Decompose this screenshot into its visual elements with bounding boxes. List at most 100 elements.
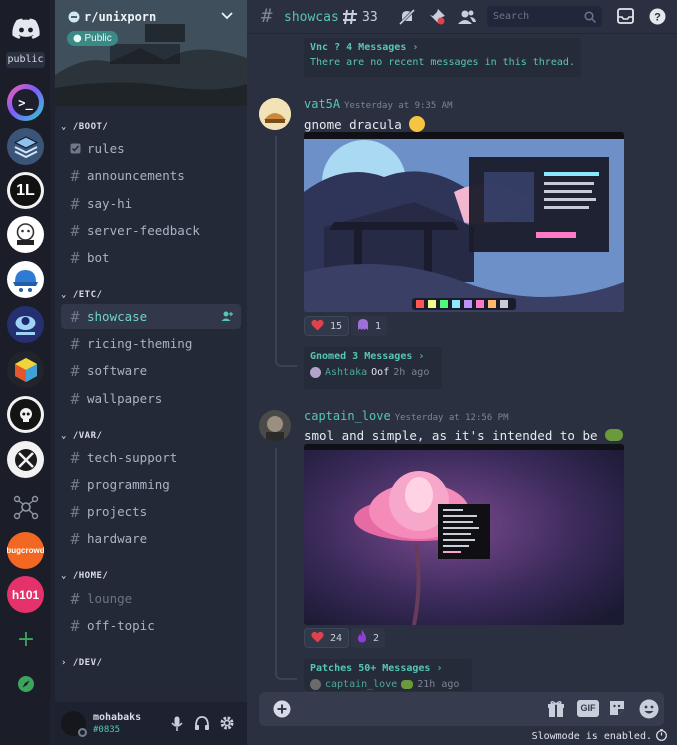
search-input[interactable]: Search: [487, 6, 602, 27]
channel-off-topic[interactable]: # off-topic: [61, 613, 241, 638]
category-label: /ETC/: [72, 290, 103, 300]
channel-label: software: [87, 363, 148, 378]
server-banner[interactable]: r/unixporn ● Public: [55, 0, 247, 106]
thread-last-time: 2h ago: [393, 367, 430, 378]
server-layers[interactable]: [7, 128, 44, 165]
reaction-count: 2: [373, 632, 380, 644]
reaction-count: 15: [330, 320, 343, 332]
server-name[interactable]: r/unixporn: [68, 10, 156, 24]
server-doodle[interactable]: [7, 216, 44, 253]
hash-icon: #: [70, 502, 80, 521]
discord-logo-icon: [11, 18, 40, 39]
public-label: public: [6, 52, 45, 68]
message-author[interactable]: vat5A Yesterday at 9:35 AM: [304, 97, 453, 111]
channel-label: say-hi: [87, 196, 133, 211]
reaction-heart[interactable]: 15: [304, 316, 350, 336]
thread-preview-patches[interactable]: Patches 50+ Messages › captain_love 21h …: [304, 659, 472, 691]
sticker-icon[interactable]: [608, 699, 626, 721]
message-timestamp: Yesterday at 12:56 PM: [394, 413, 509, 423]
add-member-icon[interactable]: [221, 310, 233, 325]
settings-gear-icon[interactable]: [219, 715, 235, 735]
avatar[interactable]: [259, 410, 291, 442]
server-bugcrowd[interactable]: bugcrowd: [7, 532, 44, 569]
threads-count: 33: [362, 9, 378, 25]
heart-emoji-icon: [311, 319, 324, 334]
channel-projects[interactable]: # projects: [61, 499, 241, 524]
channel-software[interactable]: # software: [61, 358, 241, 383]
channel-label: showcase: [87, 309, 148, 324]
channel-showcase[interactable]: # showcase: [61, 304, 241, 329]
inbox-icon[interactable]: [617, 8, 634, 28]
server-h101[interactable]: h101: [7, 576, 44, 613]
avatar[interactable]: [259, 98, 291, 130]
author-name: captain_love: [304, 409, 391, 423]
server-terminal[interactable]: >_: [7, 84, 44, 121]
threads-button[interactable]: 33: [342, 8, 378, 26]
message-author[interactable]: captain_love Yesterday at 12:56 PM: [304, 409, 509, 423]
channel-label: rules: [87, 141, 125, 156]
channel-server-feedback[interactable]: # server-feedback: [61, 218, 241, 243]
channel-bot[interactable]: # bot: [61, 245, 241, 270]
channel-wallpapers[interactable]: # wallpapers: [61, 386, 241, 411]
add-server-icon[interactable]: +: [16, 629, 36, 651]
help-icon[interactable]: ?: [649, 8, 666, 29]
message-text: smol and simple, as it's intended to be: [304, 428, 598, 443]
server-skull[interactable]: [7, 396, 44, 433]
channel-programming[interactable]: # programming: [61, 472, 241, 497]
category-label: /VAR/: [72, 431, 103, 441]
server-cube[interactable]: [7, 351, 44, 388]
server-nodes[interactable]: [7, 488, 44, 525]
category-etc[interactable]: ⌄ /ETC/: [61, 290, 102, 300]
skull-icon: [10, 399, 41, 430]
channel-tech-support[interactable]: # tech-support: [61, 445, 241, 470]
channel-lounge[interactable]: # lounge: [61, 586, 241, 611]
svg-text:?: ?: [654, 12, 661, 24]
pinned-messages-icon[interactable]: [428, 8, 446, 26]
channel-label: server-feedback: [87, 223, 200, 238]
avatar[interactable]: [61, 711, 87, 737]
gift-icon[interactable]: [547, 700, 565, 722]
category-home[interactable]: ⌄ /HOME/: [61, 571, 108, 581]
reaction-flame[interactable]: 2: [351, 628, 386, 648]
channel-rules[interactable]: rules: [61, 136, 241, 161]
screenshot-attachment-flower[interactable]: [304, 444, 624, 625]
hash-threads-icon: #: [70, 307, 80, 326]
server-no[interactable]: [7, 441, 44, 478]
hash-icon: #: [70, 475, 80, 494]
thread-last-message: Oof: [371, 367, 390, 378]
server-hat[interactable]: [7, 261, 44, 298]
notification-muted-icon[interactable]: [398, 8, 416, 26]
chevron-down-icon[interactable]: [221, 9, 233, 23]
server-tl[interactable]: 1L: [7, 172, 44, 209]
category-var[interactable]: ⌄ /VAR/: [61, 431, 102, 441]
category-boot[interactable]: ⌄ /BOOT/: [61, 122, 108, 132]
channel-label: lounge: [87, 591, 133, 606]
microphone-icon[interactable]: [171, 716, 183, 736]
server-team[interactable]: [7, 306, 44, 343]
cube-icon: [14, 357, 37, 382]
thread-count: 50+ Messages: [358, 663, 431, 674]
hash-icon: #: [70, 361, 80, 380]
channel-hardware[interactable]: # hardware: [61, 526, 241, 551]
thread-preview-gnomed[interactable]: Gnomed 3 Messages › Ashtaka Oof 2h ago: [304, 347, 442, 389]
reaction-heart[interactable]: 24: [304, 628, 350, 648]
discord-home-button[interactable]: [7, 10, 44, 47]
member-list-icon[interactable]: [457, 8, 476, 26]
emoji-picker-icon[interactable]: [639, 699, 659, 723]
headphones-icon[interactable]: [194, 716, 210, 735]
channel-announcements[interactable]: # announcements: [61, 163, 241, 188]
channel-ricing-theming[interactable]: # ricing-theming: [61, 331, 241, 356]
thread-preview-vnc[interactable]: Vnc ? 4 Messages › There are no recent m…: [304, 38, 581, 77]
reaction-ghost[interactable]: 1: [351, 316, 388, 336]
channel-label: projects: [87, 504, 148, 519]
reaction-count: 24: [330, 632, 343, 644]
channel-say-hi[interactable]: # say-hi: [61, 191, 241, 216]
category-dev[interactable]: › /DEV/: [61, 658, 102, 668]
screenshot-attachment-dracula[interactable]: [304, 132, 624, 312]
explore-servers-icon[interactable]: [16, 674, 36, 698]
hash-icon: #: [261, 5, 273, 27]
avatar: [310, 679, 321, 690]
gif-button[interactable]: GIF: [577, 700, 599, 717]
message-composer[interactable]: GIF: [259, 692, 664, 726]
upload-plus-icon[interactable]: [273, 700, 291, 722]
